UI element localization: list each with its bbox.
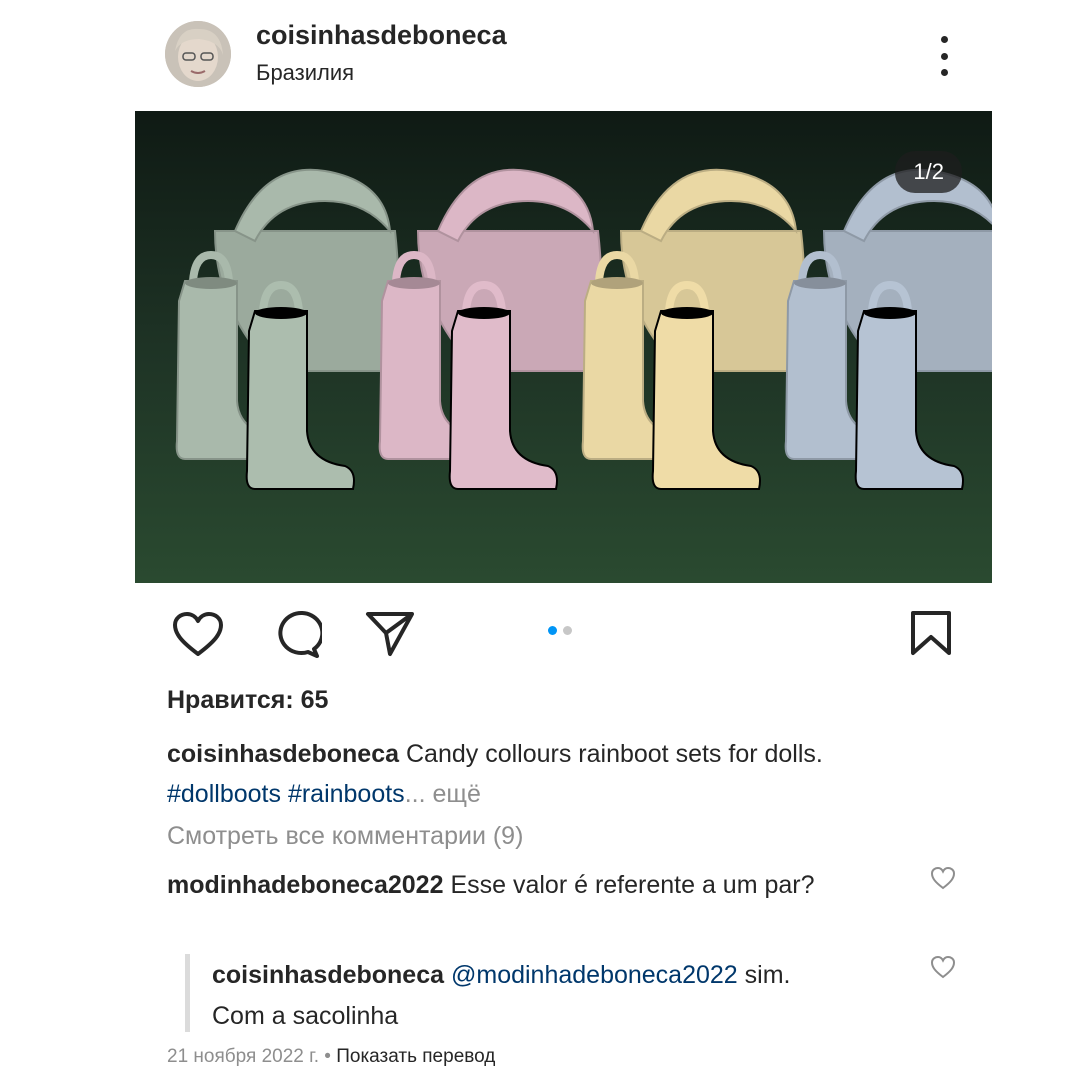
footer-separator: • [319, 1046, 337, 1067]
more-dot-icon [940, 36, 948, 43]
more-dot-icon [940, 69, 948, 76]
like-heart-icon[interactable] [172, 611, 224, 662]
post-photo[interactable]: 1/2 [135, 111, 992, 583]
hashtag-link[interactable]: #dollboots [167, 780, 281, 808]
reply-like-heart-icon[interactable] [930, 955, 956, 984]
comment-item: modinhadeboneca2022 Esse valor é referen… [167, 866, 887, 905]
carousel-dot [563, 626, 572, 635]
post-footer: 21 ноября 2022 г. • Показать перевод [167, 1046, 495, 1068]
caption-username[interactable]: coisinhasdeboneca [167, 740, 399, 768]
caption-ellipsis: ... [404, 780, 426, 808]
reply-thread-line [185, 954, 190, 1032]
comment-bubble-icon[interactable] [270, 609, 325, 664]
boots-photo [135, 111, 992, 583]
reply-mention[interactable]: @modinhadeboneca2022 [451, 961, 738, 989]
avatar[interactable] [165, 21, 231, 87]
show-translation-link[interactable]: Показать перевод [336, 1046, 495, 1067]
view-all-comments-link[interactable]: Смотреть все комментарии (9) [167, 822, 523, 851]
post-caption: coisinhasdeboneca Candy collours rainboo… [167, 734, 987, 814]
reply-username[interactable]: coisinhasdeboneca [212, 961, 444, 989]
reply-text: sim. [744, 961, 791, 989]
instagram-post: coisinhasdeboneca Бразилия 1/2 Нравится:… [0, 0, 1080, 1080]
more-dot-icon [940, 52, 948, 60]
hashtag-link[interactable]: #rainboots [288, 780, 405, 808]
carousel-dot-active [548, 626, 557, 635]
carousel-indicator [548, 626, 572, 635]
comment-text: Esse valor é referente a um par? [450, 871, 815, 899]
likes-count[interactable]: Нравится: 65 [167, 686, 328, 715]
caption-more-link[interactable]: ещё [426, 780, 480, 808]
reply-item: coisinhasdeboneca @modinhadeboneca2022 s… [212, 955, 912, 1037]
post-date: 21 ноября 2022 г. [167, 1046, 319, 1067]
bookmark-save-icon[interactable] [910, 610, 952, 661]
caption-text: Candy collours rainboot sets for dolls. [405, 740, 823, 768]
photo-counter: 1/2 [895, 151, 962, 193]
post-location[interactable]: Бразилия [256, 60, 354, 86]
share-send-icon[interactable] [364, 609, 416, 662]
more-options-button[interactable] [930, 36, 958, 76]
reply-text: Com a sacolinha [212, 1002, 399, 1030]
comment-username[interactable]: modinhadeboneca2022 [167, 871, 443, 899]
comment-like-heart-icon[interactable] [930, 866, 956, 895]
post-author-username[interactable]: coisinhasdeboneca [256, 20, 507, 51]
